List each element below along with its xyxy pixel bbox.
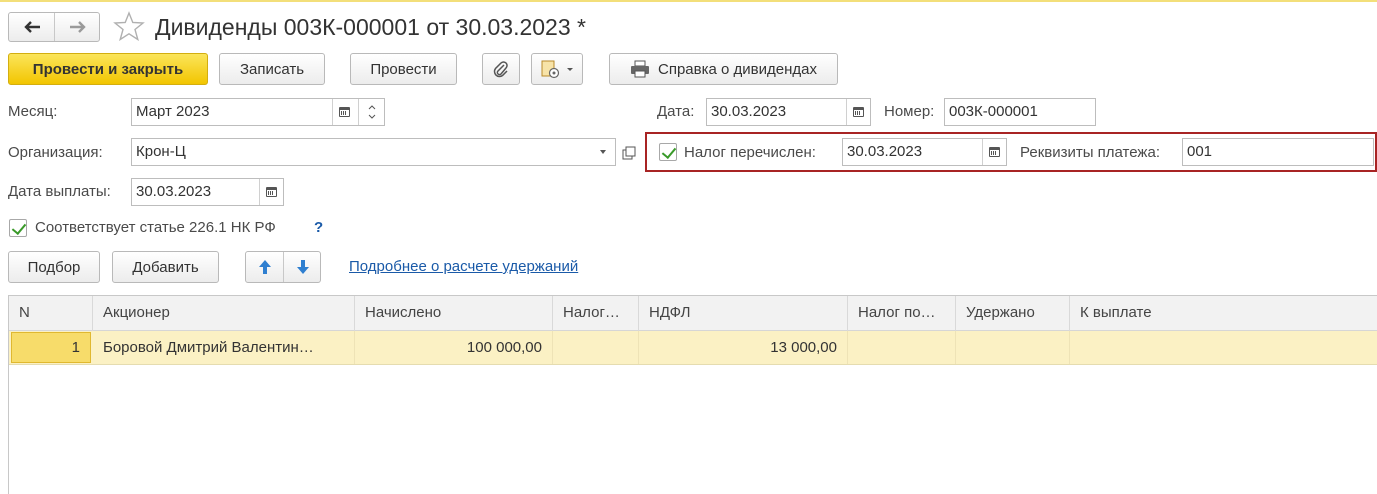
month-stepper[interactable]: [358, 99, 384, 125]
arrow-down-icon: [296, 260, 309, 274]
payout-date-label: Дата выплаты:: [8, 183, 111, 200]
cell-n[interactable]: 1: [11, 332, 91, 363]
chevron-up-icon: [368, 105, 375, 110]
favorite-star-icon[interactable]: [113, 11, 145, 41]
table-row[interactable]: 1 Боровой Дмитрий Валентин… 100 000,00 1…: [9, 331, 1377, 365]
help-icon[interactable]: ?: [314, 218, 323, 238]
month-field[interactable]: Март 2023: [131, 98, 385, 126]
payment-details-field[interactable]: 001: [1182, 138, 1374, 166]
page-title: Дивиденды 003К-000001 от 30.03.2023 *: [155, 14, 586, 40]
nav-buttons-group: [8, 12, 100, 42]
back-button[interactable]: [9, 13, 55, 41]
cell-tax[interactable]: [553, 331, 639, 364]
post-button[interactable]: Провести: [350, 53, 457, 85]
calendar-icon: [266, 187, 277, 197]
article-226-label: Соответствует статье 226.1 НК РФ: [35, 219, 276, 236]
month-calendar-button[interactable]: [332, 99, 356, 125]
tax-paid-date-value: 30.03.2023: [847, 143, 923, 160]
column-header-n[interactable]: N: [9, 296, 93, 331]
payout-date-field[interactable]: 30.03.2023: [131, 178, 284, 206]
calendar-icon: [989, 147, 1000, 157]
month-label: Месяц:: [8, 103, 58, 120]
move-up-button[interactable]: [246, 252, 284, 282]
add-button[interactable]: Добавить: [112, 251, 219, 283]
arrow-up-icon: [258, 260, 271, 274]
month-value: Март 2023: [136, 103, 210, 120]
number-field[interactable]: 003К-000001: [944, 98, 1096, 126]
table-header: N Акционер Начислено Налог… НДФЛ Налог п…: [9, 296, 1377, 331]
column-header-shareholder[interactable]: Акционер: [93, 296, 355, 331]
date-field[interactable]: 30.03.2023: [706, 98, 871, 126]
cell-ndfl[interactable]: 13 000,00: [639, 331, 848, 364]
tax-paid-label: Налог перечислен:: [684, 144, 816, 161]
cell-shareholder[interactable]: Боровой Дмитрий Валентин…: [93, 331, 355, 364]
payout-date-value: 30.03.2023: [136, 183, 212, 200]
organization-value: Крон-Ц: [136, 143, 186, 160]
chevron-down-icon: [368, 114, 375, 119]
calendar-icon: [853, 107, 864, 117]
calendar-icon: [339, 107, 350, 117]
forward-button[interactable]: [55, 13, 100, 41]
organization-field[interactable]: Крон-Ц: [131, 138, 616, 166]
column-header-ndfl[interactable]: НДФЛ: [639, 296, 848, 331]
number-label: Номер:: [884, 103, 935, 120]
dividend-report-label: Справка о дивидендах: [658, 60, 817, 78]
create-based-on-button[interactable]: [531, 53, 583, 85]
arrow-left-icon: [23, 21, 40, 33]
date-value: 30.03.2023: [711, 103, 787, 120]
withholding-details-link[interactable]: Подробнее о расчете удержаний: [349, 257, 578, 277]
column-header-withheld[interactable]: Удержано: [956, 296, 1070, 331]
shareholders-table: N Акционер Начислено Налог… НДФЛ Налог п…: [8, 295, 1377, 494]
open-form-icon: [622, 146, 636, 160]
dropdown-arrow-icon: [600, 150, 606, 154]
column-header-to-pay[interactable]: К выплате: [1070, 296, 1377, 331]
top-accent-line: [0, 0, 1377, 2]
column-header-accrued[interactable]: Начислено: [355, 296, 553, 331]
cell-accrued[interactable]: 100 000,00: [355, 331, 553, 364]
move-down-button[interactable]: [284, 252, 321, 282]
organization-dropdown-button[interactable]: [591, 139, 615, 165]
dropdown-arrow-icon: [566, 68, 573, 71]
select-button[interactable]: Подбор: [8, 251, 100, 283]
tax-paid-calendar-button[interactable]: [982, 139, 1006, 165]
move-buttons-group: [245, 251, 321, 283]
organization-label: Организация:: [8, 144, 103, 161]
organization-open-button[interactable]: [620, 144, 638, 162]
dividend-report-button[interactable]: Справка о дивидендах: [609, 53, 838, 85]
attach-button[interactable]: [482, 53, 520, 85]
save-button[interactable]: Записать: [219, 53, 325, 85]
cell-tax-by[interactable]: [848, 331, 956, 364]
arrow-right-icon: [69, 21, 86, 33]
tax-paid-date-field[interactable]: 30.03.2023: [842, 138, 1007, 166]
cell-withheld[interactable]: [956, 331, 1070, 364]
date-label: Дата:: [657, 103, 695, 120]
tax-paid-checkbox[interactable]: [659, 143, 677, 161]
post-and-close-button[interactable]: Провести и закрыть: [8, 53, 208, 85]
column-header-tax-by[interactable]: Налог по…: [848, 296, 956, 331]
payout-calendar-button[interactable]: [259, 179, 283, 205]
document-gear-icon: [541, 60, 559, 79]
paperclip-icon: [493, 61, 508, 78]
date-calendar-button[interactable]: [846, 99, 870, 125]
printer-icon: [631, 60, 649, 78]
payment-details-label: Реквизиты платежа:: [1020, 144, 1160, 161]
column-header-tax[interactable]: Налог…: [553, 296, 639, 331]
article-226-checkbox[interactable]: [9, 219, 27, 237]
cell-to-pay[interactable]: [1070, 331, 1377, 364]
